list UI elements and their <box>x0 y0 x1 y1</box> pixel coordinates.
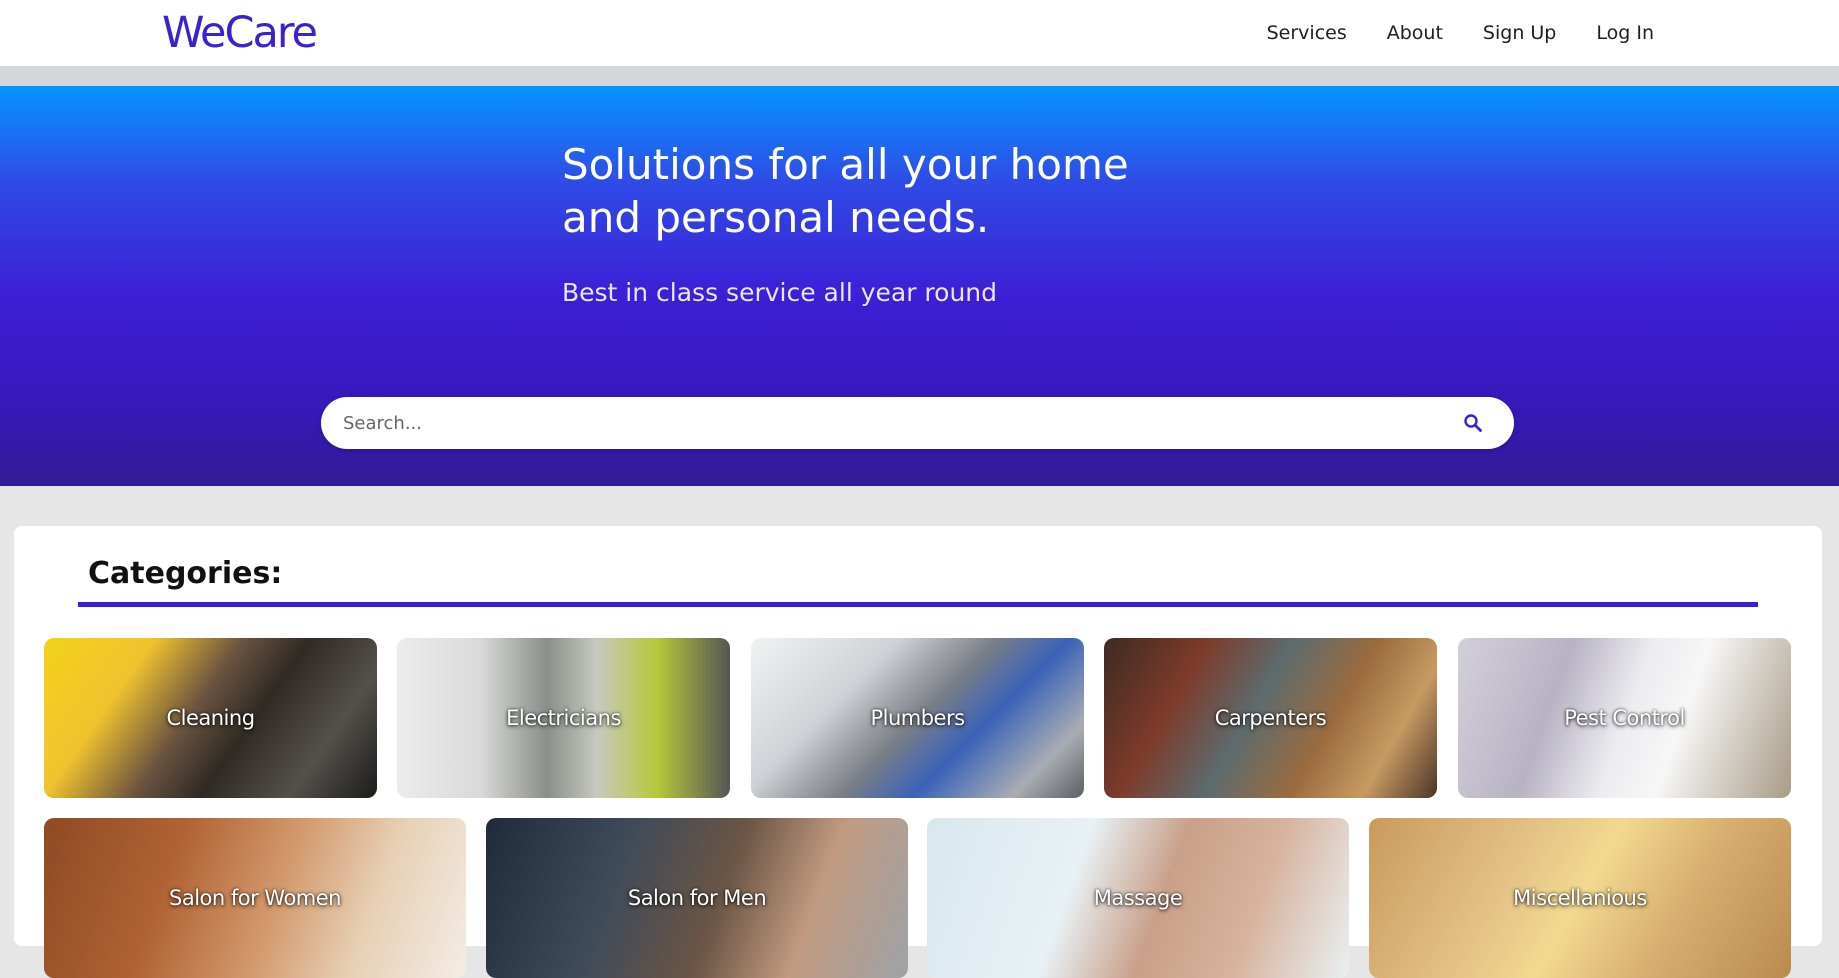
categories-divider <box>78 602 1758 607</box>
header-divider-band <box>0 66 1839 86</box>
categories-panel: Categories: Cleaning Electricians Plumbe… <box>14 526 1822 978</box>
search-icon[interactable] <box>1460 410 1486 436</box>
category-tile-salon-for-men[interactable]: Salon for Men <box>486 818 908 978</box>
nav-links: Services About Sign Up Log In <box>1267 22 1654 44</box>
category-label: Massage <box>1093 886 1183 910</box>
nav-link-log-in[interactable]: Log In <box>1596 22 1654 44</box>
category-label: Pest Control <box>1564 706 1685 730</box>
search-bar <box>321 397 1514 449</box>
category-tile-pest-control[interactable]: Pest Control <box>1458 638 1791 798</box>
category-label: Miscellanious <box>1513 886 1647 910</box>
logo[interactable]: WeCare <box>162 8 318 58</box>
hero-banner: Solutions for all your home and personal… <box>0 86 1839 486</box>
hero-subtitle: Best in class service all year round <box>562 278 998 307</box>
category-label: Cleaning <box>166 706 255 730</box>
category-tile-cleaning[interactable]: Cleaning <box>44 638 377 798</box>
category-tile-miscellaneous[interactable]: Miscellanious <box>1369 818 1791 978</box>
categories-heading: Categories: <box>88 556 283 591</box>
nav-link-services[interactable]: Services <box>1267 22 1347 44</box>
category-tile-plumbers[interactable]: Plumbers <box>751 638 1084 798</box>
category-tile-carpenters[interactable]: Carpenters <box>1104 638 1437 798</box>
search-input[interactable] <box>341 411 1460 435</box>
category-label: Salon for Men <box>627 886 767 910</box>
nav-link-about[interactable]: About <box>1387 22 1443 44</box>
category-tile-massage[interactable]: Massage <box>927 818 1349 978</box>
hero-title: Solutions for all your home and personal… <box>562 140 1129 242</box>
category-tile-electricians[interactable]: Electricians <box>397 638 730 798</box>
category-label: Carpenters <box>1214 706 1327 730</box>
nav-link-sign-up[interactable]: Sign Up <box>1483 22 1556 44</box>
category-label: Electricians <box>506 706 621 730</box>
category-label: Salon for Women <box>169 886 341 910</box>
category-tile-salon-for-women[interactable]: Salon for Women <box>44 818 466 978</box>
category-label: Plumbers <box>870 706 965 730</box>
top-navbar: WeCare Services About Sign Up Log In <box>0 0 1839 66</box>
